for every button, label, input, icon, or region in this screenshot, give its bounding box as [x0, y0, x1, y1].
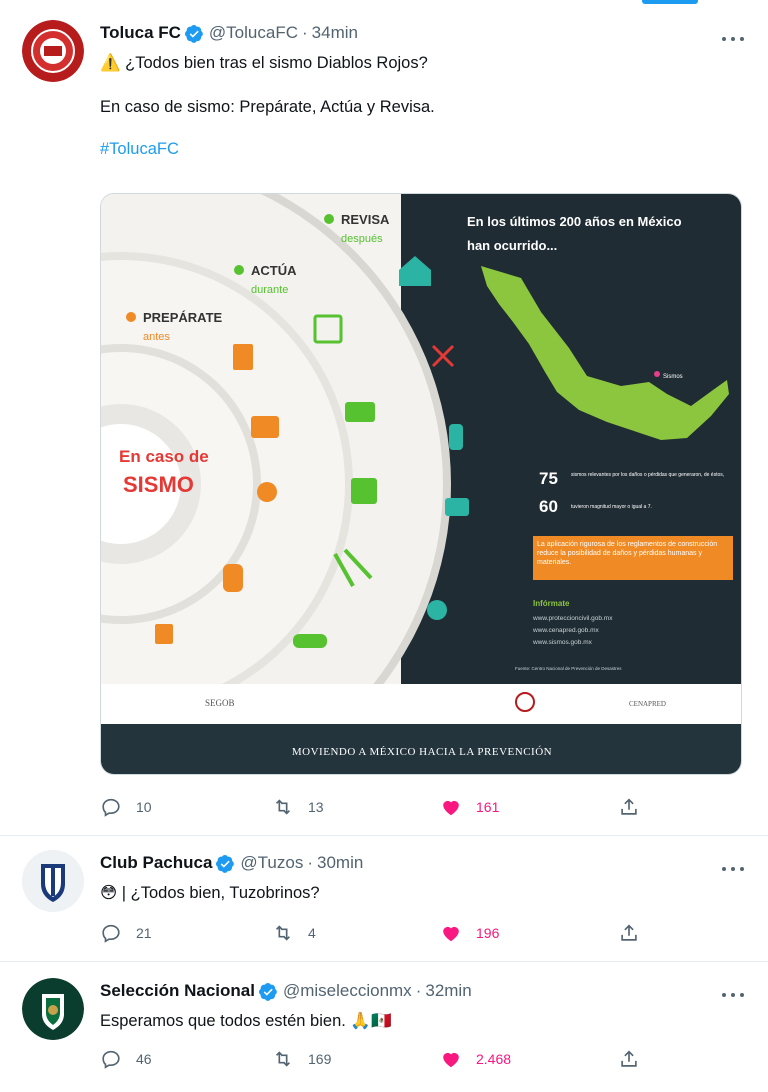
- warning-icon: ⚠️: [100, 54, 121, 72]
- tweet-header: Toluca FC @TolucaFC · 34min: [100, 22, 358, 44]
- heart-filled-icon: [443, 800, 459, 816]
- stat1-text: sismos relevantes por los daños o pérdid…: [571, 472, 724, 478]
- tweet-actions: 21 4 196: [100, 922, 644, 946]
- safe-zone-icon: [257, 482, 277, 502]
- tweet-header: Selección Nacional @miseleccionmx · 32mi…: [100, 980, 472, 1002]
- verified-icon: [184, 24, 203, 43]
- reply-icon: [102, 924, 120, 943]
- tweet-actions: 10 13 161: [100, 796, 644, 820]
- footer-slogan: MOVIENDO A MÉXICO HACIA LA PREVENCIÓN: [292, 746, 552, 758]
- help-icon: [427, 600, 447, 620]
- map-title-2: han ocurrido...: [467, 238, 557, 253]
- review-title: REVISA: [341, 212, 390, 227]
- avatar[interactable]: [22, 978, 84, 1040]
- review-sub: después: [341, 233, 383, 245]
- retweet-button[interactable]: 13: [272, 796, 324, 818]
- tweet-text: 😳 | ¿Todos bien, Tuzobrinos?: [100, 884, 320, 902]
- tweet-text: Esperamos que todos estén bien. 🙏🇲🇽: [100, 1012, 392, 1030]
- tweet-toluca[interactable]: Toluca FC @TolucaFC · 34min ⚠️ ¿Todos bi…: [0, 0, 768, 836]
- retweet-icon: [275, 1051, 291, 1067]
- link3: www.sismos.gob.mx: [532, 639, 593, 646]
- share-button[interactable]: [618, 922, 654, 944]
- retweet-icon: [275, 925, 291, 941]
- tweet-actions: 46 169 2.468: [100, 1048, 644, 1072]
- retweet-button[interactable]: 169: [272, 1048, 331, 1070]
- people-icon: [345, 402, 375, 422]
- hashtag-link[interactable]: #TolucaFC: [100, 140, 744, 159]
- verified-icon: [258, 982, 277, 1001]
- timestamp[interactable]: 30min: [317, 852, 363, 874]
- reply-button[interactable]: 21: [100, 922, 152, 944]
- tweet-text: ⚠️ ¿Todos bien tras el sismo Diablos Roj…: [100, 54, 428, 72]
- power-icon: [351, 478, 377, 504]
- orange-box-text: La aplicación rigurosa de los reglamento…: [537, 541, 718, 566]
- prepare-sub: antes: [143, 331, 170, 343]
- map-title-1: En los últimos 200 años en México: [467, 214, 682, 229]
- handle[interactable]: @TolucaFC: [209, 22, 298, 44]
- like-button[interactable]: 2.468: [440, 1048, 511, 1070]
- heart-filled-icon: [443, 926, 459, 942]
- share-icon: [621, 798, 637, 815]
- tweet-seleccion[interactable]: Selección Nacional @miseleccionmx · 32mi…: [0, 962, 768, 1092]
- plan-icon: [233, 344, 253, 370]
- tweet-image-infographic[interactable]: PREPÁRATE antes ACTÚA durante REVISA des…: [100, 193, 742, 775]
- reply-icon: [102, 798, 120, 817]
- center-line2: SISMO: [123, 472, 194, 497]
- act-title: ACTÚA: [251, 263, 297, 278]
- more-options-icon[interactable]: [722, 860, 744, 878]
- reply-button[interactable]: 46: [100, 1048, 152, 1070]
- gas-icon: [223, 564, 243, 592]
- share-icon: [621, 924, 637, 941]
- reply-icon: [102, 1050, 120, 1069]
- heart-filled-icon: [443, 1052, 459, 1068]
- center-line1: En caso de: [119, 447, 209, 466]
- act-sub: durante: [251, 284, 288, 296]
- verified-icon: [216, 854, 235, 873]
- phone-icon: [449, 424, 463, 450]
- share-button[interactable]: [618, 1048, 654, 1070]
- retweet-icon: [275, 799, 291, 815]
- handle[interactable]: @Tuzos: [240, 852, 303, 874]
- stat2-value: 60: [539, 497, 558, 516]
- stat1-value: 75: [539, 469, 558, 488]
- link1: www.proteccioncivil.gob.mx: [532, 615, 613, 622]
- tweet-text-line2: En caso de sismo: Prepárate, Actúa y Rev…: [100, 98, 435, 116]
- like-button[interactable]: 161: [440, 796, 499, 818]
- segob-logo: SEGOB: [205, 698, 235, 708]
- like-button[interactable]: 196: [440, 922, 499, 944]
- avatar[interactable]: [22, 850, 84, 912]
- display-name[interactable]: Toluca FC: [100, 22, 181, 44]
- tweet-header: Club Pachuca @Tuzos · 30min: [100, 852, 364, 874]
- drill-icon: [251, 416, 279, 438]
- info-title: Infórmate: [533, 599, 570, 608]
- handle[interactable]: @miseleccionmx: [283, 980, 412, 1002]
- share-icon: [621, 1050, 637, 1067]
- display-name[interactable]: Club Pachuca: [100, 852, 212, 874]
- display-name[interactable]: Selección Nacional: [100, 980, 255, 1002]
- retweet-button[interactable]: 4: [272, 922, 316, 944]
- radio-icon: [445, 498, 469, 516]
- timestamp[interactable]: 32min: [425, 980, 471, 1002]
- link2: www.cenapred.gob.mx: [532, 627, 600, 634]
- prepare-title: PREPÁRATE: [143, 310, 223, 325]
- source-note: Fuente: Centro Nacional de Prevención de…: [515, 666, 622, 671]
- reply-button[interactable]: 10: [100, 796, 152, 818]
- car-icon: [293, 634, 327, 648]
- supplies-icon: [155, 624, 173, 644]
- share-button[interactable]: [618, 796, 654, 818]
- avatar[interactable]: [22, 20, 84, 82]
- more-options-icon[interactable]: [722, 30, 744, 48]
- timestamp[interactable]: 34min: [312, 22, 358, 44]
- cenapred-logo: CENAPRED: [629, 700, 666, 708]
- tweet-pachuca[interactable]: Club Pachuca @Tuzos · 30min 😳 | ¿Todos b…: [0, 836, 768, 962]
- more-options-icon[interactable]: [722, 986, 744, 1004]
- map-legend: Sismos: [663, 374, 683, 380]
- stat2-text: tuvieron magnitud mayor o igual a 7.: [571, 504, 652, 510]
